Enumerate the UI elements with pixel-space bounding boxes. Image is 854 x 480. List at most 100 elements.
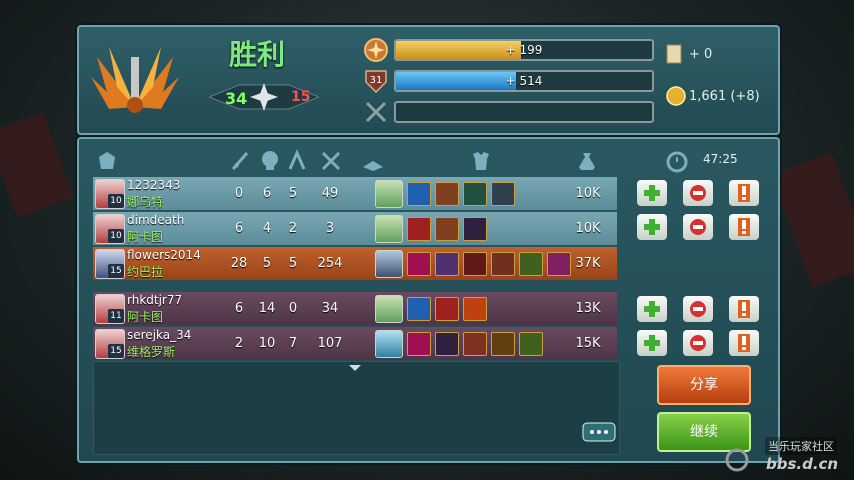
item-boot-icon xyxy=(491,252,515,276)
player-row-self[interactable]: 15 flowers2014 约巴拉 28 5 5 254 37K xyxy=(93,247,617,280)
item-gold-ring-icon xyxy=(435,217,459,241)
item-ring-icon xyxy=(491,332,515,356)
hero-avatar: 10 xyxy=(95,179,125,209)
scoreboard-panel: 47:25 10 1232343 娜乌特 0 6 5 49 10K 10 dim… xyxy=(77,137,780,463)
kills-total: 34 xyxy=(225,89,248,108)
assists-value: 7 xyxy=(288,336,298,351)
deaths-value: 4 xyxy=(262,221,272,236)
block-player-button[interactable] xyxy=(683,296,713,322)
add-friend-button[interactable] xyxy=(637,214,667,240)
player-name: flowers2014 xyxy=(127,248,201,262)
watermark-text: 当乐玩家社区 xyxy=(765,437,837,455)
item-red-blade-icon xyxy=(435,297,459,321)
victory-wings-emblem-icon xyxy=(91,47,179,113)
deaths-total: 15 xyxy=(291,89,311,105)
add-friend-button[interactable] xyxy=(637,296,667,322)
assists-value: 5 xyxy=(288,186,298,201)
item-red-blade-icon xyxy=(407,217,431,241)
item-hood-icon xyxy=(463,252,487,276)
empty-progress-bar xyxy=(394,101,654,123)
background-wreckage xyxy=(0,112,74,218)
hero-level: 10 xyxy=(108,194,124,208)
item-axe-icon xyxy=(491,182,515,206)
hero-level: 15 xyxy=(108,344,124,358)
hero-name: 阿卡图 xyxy=(127,230,164,244)
block-player-button[interactable] xyxy=(683,330,713,356)
creeps-value: 34 xyxy=(321,301,339,316)
kills-value: 0 xyxy=(234,186,244,201)
chevron-down-icon[interactable] xyxy=(348,364,362,372)
player-row[interactable]: 15 serejka_34 维格罗斯 2 10 7 107 15K xyxy=(93,327,617,360)
gold-coin-icon xyxy=(666,86,686,106)
hero-level: 11 xyxy=(108,309,124,323)
player-name: dimdeath xyxy=(127,213,185,227)
spell-icon xyxy=(375,215,403,243)
items-armor-icon xyxy=(473,152,489,170)
creeps-value: 3 xyxy=(325,221,335,236)
match-result-title: 胜利 xyxy=(229,38,286,71)
player-row[interactable]: 10 dimdeath 阿卡图 6 4 2 3 10K xyxy=(93,212,617,245)
report-player-button[interactable] xyxy=(729,214,759,240)
player-row[interactable]: 10 1232343 娜乌特 0 6 5 49 10K xyxy=(93,177,617,210)
gold-reward: 1,661 (+8) xyxy=(689,89,760,104)
deaths-skull-icon xyxy=(262,151,278,170)
hero-name: 约巴拉 xyxy=(127,265,164,279)
chat-log-area[interactable] xyxy=(93,361,620,455)
watermark-url: bbs.d.cn xyxy=(766,455,839,473)
gold-value: 10K xyxy=(575,186,601,201)
report-player-button[interactable] xyxy=(729,296,759,322)
team-helmet-icon xyxy=(99,152,115,169)
item-totem-icon xyxy=(519,332,543,356)
block-player-button[interactable] xyxy=(683,214,713,240)
report-player-button[interactable] xyxy=(729,330,759,356)
hero-level: 10 xyxy=(108,229,124,243)
scroll-icon xyxy=(666,44,682,64)
hero-name: 维格罗斯 xyxy=(127,345,176,359)
gold-bag-icon xyxy=(579,153,595,170)
hero-avatar: 15 xyxy=(95,249,125,279)
hero-name: 娜乌特 xyxy=(127,195,164,209)
level-progress-bar: + 514 xyxy=(394,70,654,92)
deaths-value: 6 xyxy=(262,186,272,201)
crossed-swords-icon xyxy=(365,101,387,123)
add-friend-button[interactable] xyxy=(637,330,667,356)
item-boot-icon xyxy=(435,332,459,356)
player-name: serejka_34 xyxy=(127,328,192,342)
share-button[interactable]: 分享 xyxy=(657,365,751,405)
item-gold-ring-icon xyxy=(435,182,459,206)
hero-level: 15 xyxy=(108,264,124,278)
kills-value: 6 xyxy=(234,221,244,236)
item-boot-icon xyxy=(463,217,487,241)
player-name: rhkdtjr77 xyxy=(127,293,183,307)
add-friend-button[interactable] xyxy=(637,180,667,206)
assists-value: 5 xyxy=(288,256,298,271)
background-wreckage xyxy=(771,152,854,288)
report-player-button[interactable] xyxy=(729,180,759,206)
item-fire-sword-icon xyxy=(463,297,487,321)
level-gain-label: + 514 xyxy=(505,74,543,88)
experience-gain-label: + 199 xyxy=(505,43,543,57)
deaths-value: 14 xyxy=(258,301,276,316)
kills-value: 28 xyxy=(230,256,248,271)
experience-bar: + 199 xyxy=(394,39,654,61)
player-row[interactable]: 11 rhkdtjr77 阿卡图 6 14 0 34 13K xyxy=(93,292,617,325)
item-sword-icon xyxy=(463,332,487,356)
kills-value: 2 xyxy=(234,336,244,351)
hero-avatar: 15 xyxy=(95,329,125,359)
chat-bubble-icon[interactable] xyxy=(582,422,616,446)
gold-value: 13K xyxy=(575,301,601,316)
deaths-value: 5 xyxy=(262,256,272,271)
item-green-boot-icon xyxy=(463,182,487,206)
assists-icon xyxy=(288,149,306,170)
gold-value: 15K xyxy=(575,336,601,351)
block-player-button[interactable] xyxy=(683,180,713,206)
gold-value: 37K xyxy=(575,256,601,271)
item-orb-icon xyxy=(407,332,431,356)
gold-value: 10K xyxy=(575,221,601,236)
spell-icon xyxy=(375,180,403,208)
item-blue-gem-icon xyxy=(407,297,431,321)
creeps-value: 49 xyxy=(321,186,339,201)
experience-icon xyxy=(364,38,388,62)
creeps-value: 254 xyxy=(317,256,343,271)
hero-avatar: 11 xyxy=(95,294,125,324)
